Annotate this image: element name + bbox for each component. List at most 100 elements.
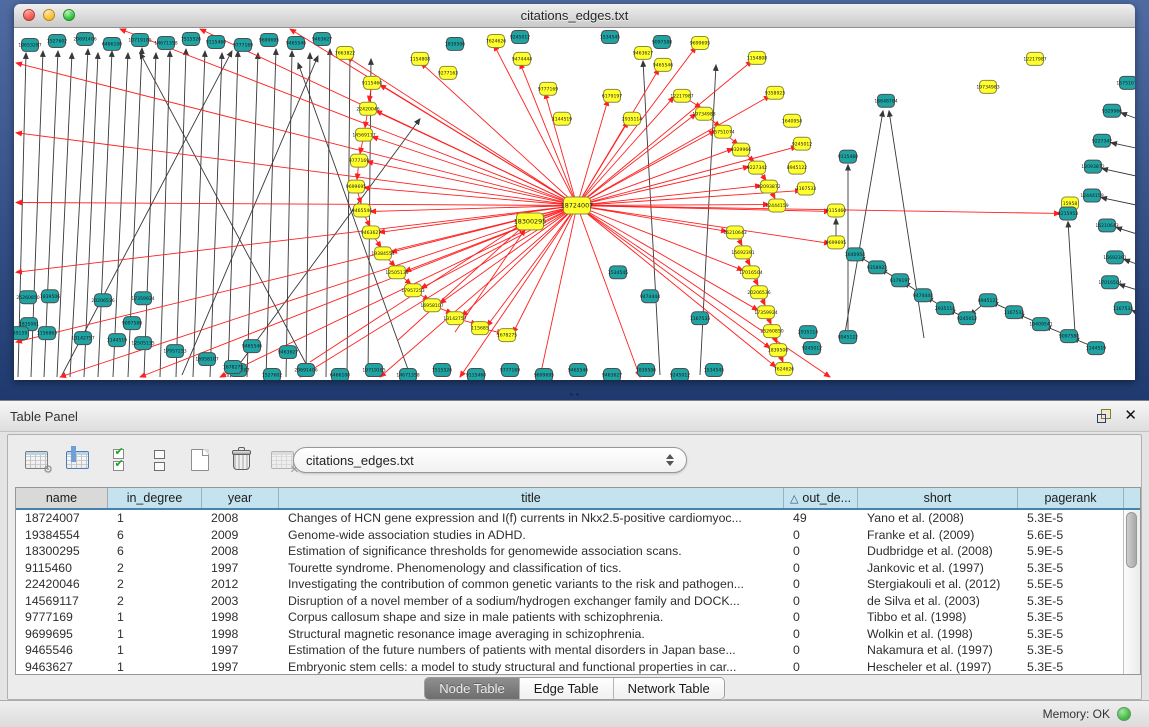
network-node[interactable]: 7515526: [432, 364, 453, 377]
network-node[interactable]: 17359924: [754, 306, 777, 319]
network-edge[interactable]: [16, 203, 577, 206]
network-edge[interactable]: [1116, 227, 1135, 237]
network-edge[interactable]: [577, 205, 743, 270]
network-edge[interactable]: [1121, 113, 1135, 123]
network-node[interactable]: 9245012: [670, 369, 691, 380]
network-node[interactable]: 12444159: [1080, 189, 1103, 202]
network-edge[interactable]: [1068, 221, 1075, 332]
network-node[interactable]: 18724007: [561, 197, 593, 214]
network-node[interactable]: 115685: [471, 322, 489, 335]
network-node[interactable]: 1678275: [223, 361, 244, 374]
network-node[interactable]: 7624626: [774, 363, 795, 376]
network-node[interactable]: 9115460: [838, 150, 859, 163]
column-header-title[interactable]: title: [279, 488, 784, 508]
network-node[interactable]: 6466100: [330, 369, 351, 380]
network-node[interactable]: 9465546: [568, 364, 589, 377]
network-edge[interactable]: [460, 205, 577, 377]
new-table-icon[interactable]: [186, 446, 214, 474]
network-node[interactable]: 9699695: [534, 369, 555, 380]
network-node[interactable]: 8945122: [787, 161, 808, 174]
network-edge[interactable]: [57, 53, 72, 377]
network-node[interactable]: 39159: [14, 327, 29, 340]
network-node[interactable]: 1534545: [600, 30, 621, 43]
network-node[interactable]: 15751074: [711, 125, 734, 138]
close-window-button[interactable]: [23, 9, 35, 21]
network-node[interactable]: 1154808: [410, 52, 431, 65]
network-node[interactable]: 2935114: [935, 302, 956, 315]
network-node[interactable]: 1839506: [768, 344, 789, 357]
network-node[interactable]: 10719185: [362, 364, 385, 377]
network-edge[interactable]: [889, 111, 924, 338]
table-settings-icon[interactable]: ⚙: [22, 446, 50, 474]
network-edge[interactable]: [16, 205, 577, 342]
network-node[interactable]: 9245012: [957, 312, 978, 325]
network-node[interactable]: 25260850: [760, 325, 783, 338]
network-edge[interactable]: [266, 49, 276, 377]
network-node[interactable]: 1640954: [782, 114, 803, 127]
network-edge[interactable]: [193, 51, 205, 377]
network-node[interactable]: 14569117: [352, 128, 375, 141]
network-node[interactable]: 20206536: [747, 286, 770, 299]
network-edge[interactable]: [228, 51, 238, 377]
network-node[interactable]: 1527602: [262, 369, 283, 380]
network-edge[interactable]: [1102, 169, 1135, 179]
network-node[interactable]: 17957253: [163, 345, 186, 358]
network-node[interactable]: 16409541: [1029, 318, 1052, 331]
network-node[interactable]: 9097588: [1059, 330, 1080, 343]
network-node[interactable]: 17957253: [401, 284, 424, 297]
column-header-year[interactable]: year: [202, 488, 279, 508]
network-node[interactable]: 9465546: [286, 36, 307, 49]
network-node[interactable]: 9097588: [652, 35, 673, 48]
table-row[interactable]: 946554611997Estimation of the future num…: [16, 642, 1124, 659]
zoom-window-button[interactable]: [63, 9, 75, 21]
network-edge[interactable]: [16, 63, 577, 206]
table-row[interactable]: 2242004622012Investigating the contribut…: [16, 576, 1124, 593]
network-edge[interactable]: [98, 51, 112, 377]
close-panel-icon[interactable]: ✕: [1124, 408, 1137, 424]
network-node[interactable]: 1534545: [608, 266, 629, 279]
column-header-name[interactable]: name: [16, 488, 108, 508]
network-edge[interactable]: [326, 49, 330, 377]
network-node[interactable]: 9699695: [346, 180, 367, 193]
network-node[interactable]: 9463627: [312, 32, 333, 45]
network-node[interactable]: 9097588: [122, 317, 143, 330]
network-node[interactable]: 12444159: [765, 199, 788, 212]
network-edge[interactable]: [577, 204, 769, 205]
network-edge[interactable]: [70, 49, 88, 377]
network-node[interactable]: 9245012: [802, 342, 823, 355]
network-node[interactable]: 9463627: [602, 369, 623, 380]
network-node[interactable]: 7663822: [335, 46, 356, 59]
network-view-canvas[interactable]: 1065328715276022069140664661001071918514…: [14, 28, 1135, 380]
network-node[interactable]: 9358923: [765, 86, 786, 99]
network-node[interactable]: 2935114: [622, 112, 643, 125]
network-node[interactable]: 9463627: [361, 226, 382, 239]
network-node[interactable]: 1167533: [690, 312, 711, 325]
column-header-in-degree[interactable]: in_degree: [108, 488, 202, 508]
network-node[interactable]: 18300295: [514, 213, 546, 230]
network-node[interactable]: 10653287: [18, 38, 41, 51]
tab-network-table[interactable]: Network Table: [614, 678, 724, 699]
network-node[interactable]: 12217987: [1023, 52, 1046, 65]
network-node[interactable]: 9227342: [1092, 134, 1113, 147]
table-row[interactable]: 1830029562008Estimation of significance …: [16, 543, 1124, 560]
network-node[interactable]: 1534545: [704, 364, 725, 377]
network-node[interactable]: 10719185: [128, 33, 151, 46]
network-node[interactable]: 6179197: [890, 274, 911, 287]
network-node[interactable]: 17016504: [739, 266, 762, 279]
network-node[interactable]: 1839506: [40, 290, 61, 303]
network-edge[interactable]: [577, 131, 715, 206]
network-node[interactable]: 19734983: [692, 107, 715, 120]
table-row[interactable]: 969969511998Structural magnetic resonanc…: [16, 626, 1124, 643]
network-node[interactable]: 1678275: [497, 329, 518, 342]
network-node[interactable]: 1167533: [1113, 302, 1134, 315]
network-node[interactable]: 12505135: [385, 266, 408, 279]
network-edge[interactable]: [379, 205, 577, 232]
network-node[interactable]: 1154808: [747, 51, 768, 64]
network-node[interactable]: 1167533: [796, 182, 817, 195]
network-edge[interactable]: [421, 205, 577, 288]
network-edge[interactable]: [210, 53, 222, 377]
network-node[interactable]: 9115460: [466, 369, 487, 380]
network-edge[interactable]: [845, 111, 883, 333]
network-edge[interactable]: [577, 147, 797, 206]
tab-edge-table[interactable]: Edge Table: [520, 678, 614, 699]
